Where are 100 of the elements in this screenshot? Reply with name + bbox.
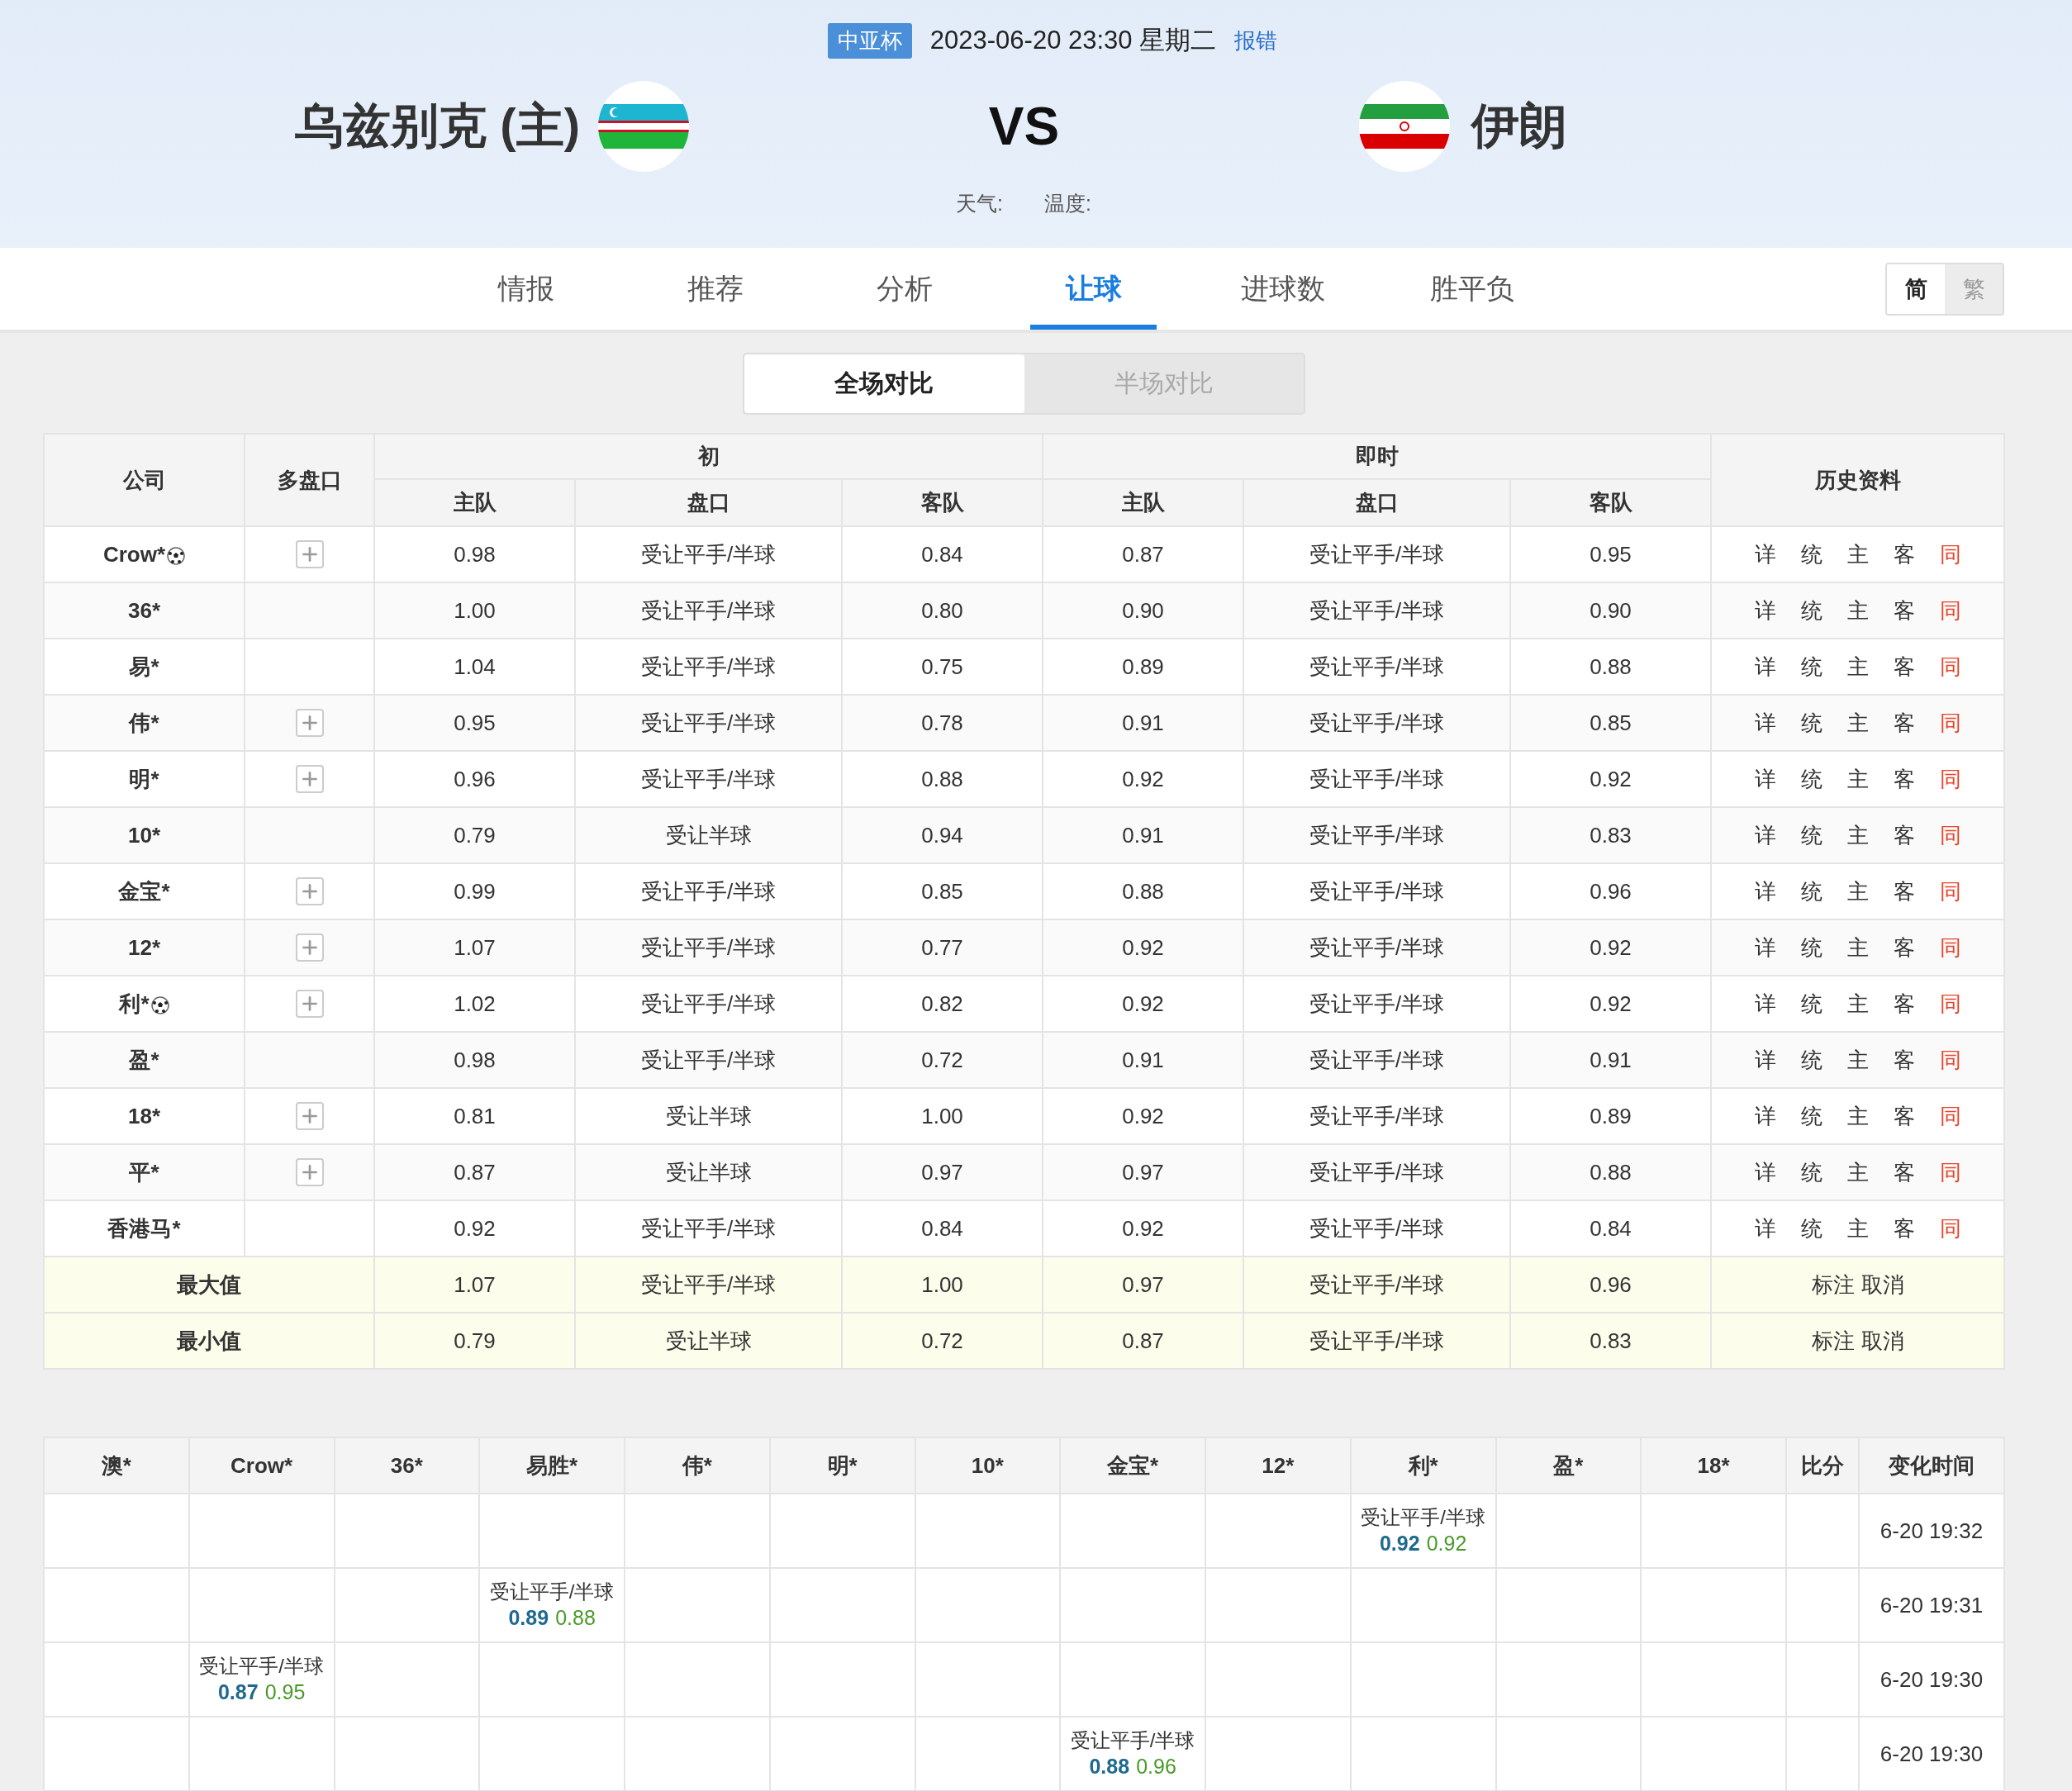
expand-button[interactable]: [295, 540, 324, 569]
history-link[interactable]: 详: [1754, 1101, 1776, 1131]
history-link[interactable]: 详: [1754, 764, 1776, 794]
history-link[interactable]: 主: [1846, 1157, 1869, 1187]
history-link[interactable]: 同: [1939, 989, 1961, 1019]
action-link[interactable]: 取消: [1861, 1326, 1904, 1356]
history-link[interactable]: 客: [1893, 933, 1915, 962]
history-link[interactable]: 主: [1846, 652, 1869, 682]
history-link[interactable]: 统: [1800, 708, 1823, 738]
history-link[interactable]: 详: [1754, 1157, 1776, 1187]
column-header: 36*: [334, 1437, 480, 1494]
nav-tab[interactable]: 分析: [810, 248, 999, 330]
compare-toggle-button[interactable]: 全场对比: [744, 354, 1024, 413]
history-link[interactable]: 详: [1754, 1214, 1776, 1243]
history-link[interactable]: 统: [1800, 764, 1823, 794]
history-link[interactable]: 详: [1754, 989, 1776, 1019]
history-link[interactable]: 主: [1846, 820, 1869, 850]
column-header: 盘口: [1243, 479, 1510, 526]
history-link[interactable]: 同: [1939, 596, 1961, 625]
home-team-name: 乌兹别克 (主): [295, 97, 580, 154]
history-link[interactable]: 统: [1800, 1045, 1823, 1075]
history-link[interactable]: 详: [1754, 1045, 1776, 1075]
history-link[interactable]: 统: [1800, 1101, 1823, 1131]
history-link[interactable]: 同: [1939, 652, 1961, 682]
history-link[interactable]: 详: [1754, 652, 1776, 682]
history-link[interactable]: 客: [1893, 708, 1915, 738]
history-link[interactable]: 主: [1846, 596, 1869, 625]
history-link[interactable]: 详: [1754, 933, 1776, 962]
history-link[interactable]: 同: [1939, 1157, 1961, 1187]
report-link[interactable]: 报错: [1234, 26, 1278, 55]
action-link[interactable]: 标注: [1811, 1326, 1855, 1356]
history-link[interactable]: 客: [1893, 820, 1915, 850]
history-link[interactable]: 客: [1893, 596, 1915, 625]
history-link[interactable]: 详: [1754, 596, 1776, 625]
expand-button[interactable]: [295, 877, 324, 906]
history-link[interactable]: 统: [1800, 876, 1823, 906]
away-odds: 0.95: [264, 1679, 306, 1706]
history-link[interactable]: 统: [1800, 933, 1823, 962]
history-link[interactable]: 同: [1939, 539, 1961, 569]
nav-tab[interactable]: 胜平负: [1377, 248, 1566, 330]
expand-button[interactable]: [295, 1158, 324, 1187]
table-cell: 受让半球: [575, 1313, 842, 1369]
history-link[interactable]: 同: [1939, 1101, 1961, 1131]
nav-tab[interactable]: 让球: [1030, 248, 1157, 330]
history-link[interactable]: 同: [1939, 820, 1961, 850]
history-link[interactable]: 同: [1939, 764, 1961, 794]
history-link[interactable]: 客: [1893, 539, 1915, 569]
history-link[interactable]: 客: [1893, 1214, 1915, 1243]
history-link[interactable]: 客: [1893, 1157, 1915, 1187]
action-link[interactable]: 取消: [1861, 1270, 1904, 1299]
expand-button[interactable]: [295, 765, 324, 794]
history-link[interactable]: 主: [1846, 876, 1869, 906]
expand-button[interactable]: [295, 990, 324, 1019]
handicap-line: 受让平手/半球: [198, 1654, 325, 1679]
history-link[interactable]: 统: [1800, 1214, 1823, 1243]
history-link[interactable]: 详: [1754, 820, 1776, 850]
nav-tab[interactable]: 进球数: [1188, 248, 1377, 330]
expand-button[interactable]: [295, 709, 324, 738]
history-link[interactable]: 同: [1939, 708, 1961, 738]
history-link[interactable]: 统: [1800, 596, 1823, 625]
history-link[interactable]: 统: [1800, 1157, 1823, 1187]
history-link[interactable]: 客: [1893, 1045, 1915, 1075]
history-link[interactable]: 统: [1800, 652, 1823, 682]
history-link[interactable]: 统: [1800, 539, 1823, 569]
history-link[interactable]: 主: [1846, 1045, 1869, 1075]
nav-tab[interactable]: 情报: [431, 248, 620, 330]
history-link[interactable]: 客: [1893, 1101, 1915, 1131]
history-link[interactable]: 客: [1893, 876, 1915, 906]
history-link[interactable]: 同: [1939, 933, 1961, 962]
history-link[interactable]: 详: [1754, 708, 1776, 738]
history-link[interactable]: 客: [1893, 989, 1915, 1019]
history-link[interactable]: 详: [1754, 539, 1776, 569]
home-odds: 0.89: [508, 1605, 549, 1632]
history-link[interactable]: 客: [1893, 652, 1915, 682]
nav-tab[interactable]: 推荐: [620, 248, 810, 330]
away-team-name: 伊朗: [1471, 97, 1567, 154]
expand-button[interactable]: [295, 1102, 324, 1131]
history-link[interactable]: 客: [1893, 764, 1915, 794]
script-toggle-button[interactable]: 简: [1887, 264, 1945, 314]
history-link[interactable]: 主: [1846, 989, 1869, 1019]
history-link[interactable]: 主: [1846, 708, 1869, 738]
away-odds: 0.92: [1426, 1531, 1467, 1557]
action-link[interactable]: 标注: [1811, 1270, 1855, 1299]
history-link[interactable]: 统: [1800, 989, 1823, 1019]
history-link[interactable]: 主: [1846, 1101, 1869, 1131]
history-link[interactable]: 主: [1846, 933, 1869, 962]
history-link[interactable]: 主: [1846, 764, 1869, 794]
column-header: 18*: [1641, 1437, 1786, 1494]
history-link[interactable]: 同: [1939, 1045, 1961, 1075]
expand-button[interactable]: [295, 934, 324, 962]
column-header: 主队: [1043, 479, 1243, 526]
history-link[interactable]: 同: [1939, 1214, 1961, 1243]
column-header: 变化时间: [1859, 1437, 2004, 1494]
handicap-line: 受让平手/半球: [1360, 1505, 1486, 1531]
history-link[interactable]: 统: [1800, 820, 1823, 850]
history-link[interactable]: 详: [1754, 876, 1776, 906]
history-link[interactable]: 同: [1939, 876, 1961, 906]
column-header: 金宝*: [1060, 1437, 1205, 1494]
history-link[interactable]: 主: [1846, 539, 1869, 569]
history-link[interactable]: 主: [1846, 1214, 1869, 1243]
